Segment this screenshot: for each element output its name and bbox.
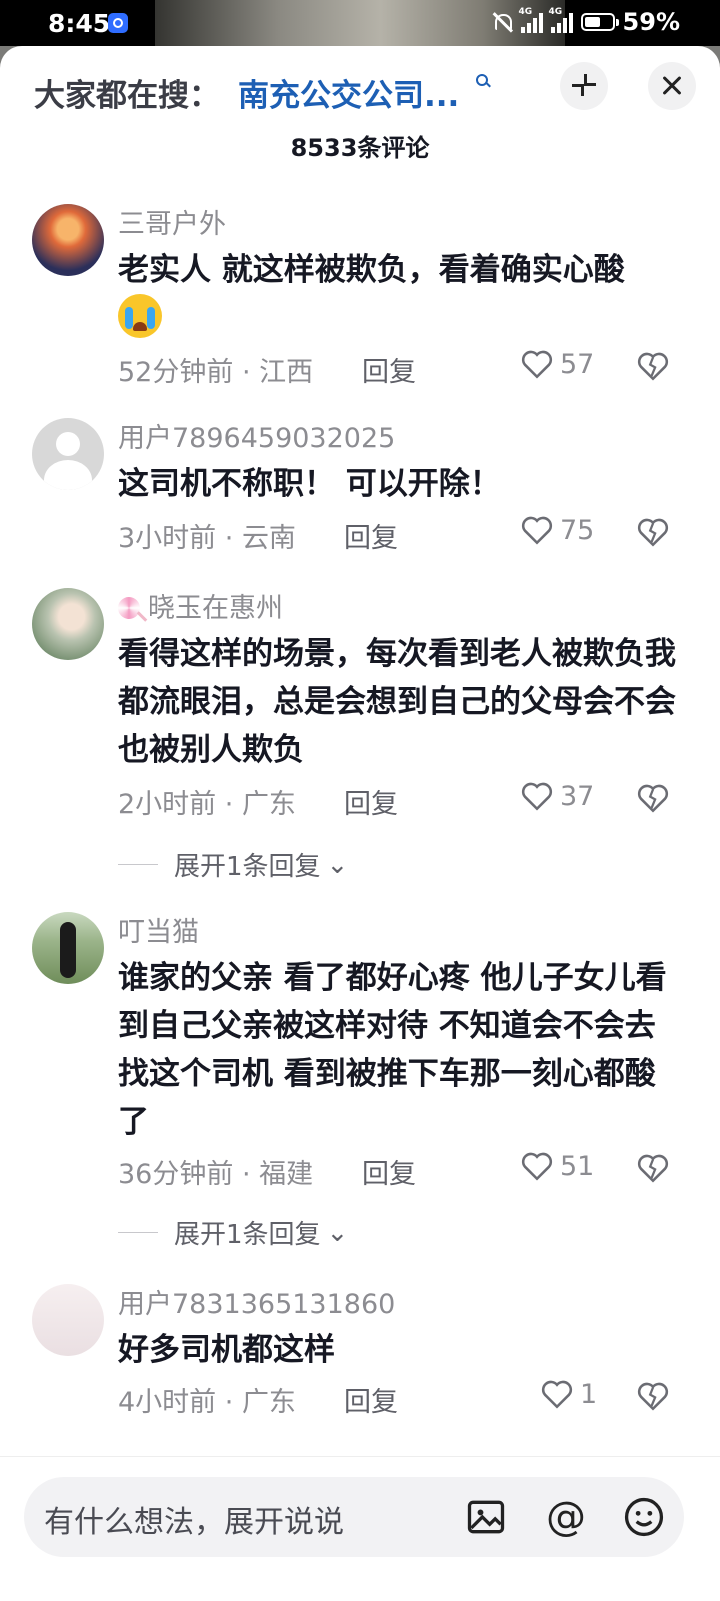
dislike-heart-icon[interactable] (636, 350, 670, 382)
comment-input-placeholder[interactable]: 有什么想法，展开说说 (44, 1497, 344, 1541)
avatar[interactable] (32, 912, 104, 984)
search-icon[interactable] (476, 74, 490, 88)
emoji-icon[interactable] (622, 1495, 666, 1539)
reply-button[interactable]: 回复 (362, 1152, 416, 1191)
comment-meta: 52分钟前 · 江西 (118, 357, 314, 388)
dislike-heart-icon[interactable] (636, 782, 670, 814)
heart-icon (521, 516, 553, 545)
like-button[interactable]: 37 (520, 780, 594, 812)
like-button[interactable]: 51 (520, 1150, 594, 1182)
expand-replies-button[interactable]: 展开1条回复 ⌄ (118, 846, 348, 883)
signal-icon-2: 4G (549, 7, 573, 33)
comment-meta: 4小时前 · 广东 (118, 1387, 296, 1418)
comment-meta: 36分钟前 · 福建 (118, 1159, 314, 1190)
comment-text: 这司机不称职！ 可以开除！ (118, 466, 501, 502)
avatar[interactable] (32, 204, 104, 276)
close-button[interactable] (648, 62, 696, 110)
at-icon[interactable]: @ (544, 1495, 588, 1539)
comment-text: 看得这样的场景，每次看到老人被欺负我都流眼泪，总是会想到自己的父母会不会也被别人… (118, 636, 676, 768)
reply-button[interactable]: 回复 (362, 350, 416, 389)
avatar[interactable] (32, 418, 104, 490)
reply-button[interactable]: 回复 (344, 782, 398, 821)
collapse-button[interactable] (560, 62, 608, 110)
like-button[interactable]: 1 (540, 1378, 597, 1410)
chevron-down-icon: ⌄ (326, 849, 349, 880)
status-indicators: 4G 4G 59% (491, 7, 680, 36)
comment-input-bar: 有什么想法，展开说说 @ (0, 1456, 720, 1601)
comment-username[interactable]: 叮当猫 (118, 910, 199, 949)
dislike-heart-icon[interactable] (636, 516, 670, 548)
comment-username[interactable]: 三哥户外 (118, 202, 226, 241)
comment-input[interactable]: 有什么想法，展开说说 @ (24, 1477, 684, 1557)
battery-icon (580, 13, 619, 31)
image-icon[interactable] (464, 1495, 508, 1539)
status-time: 8:45 (48, 9, 111, 38)
comment-text: 老实人 就这样被欺负，看着确实心酸 (118, 246, 678, 344)
like-count: 51 (560, 1150, 595, 1182)
dislike-heart-icon[interactable] (636, 1380, 670, 1412)
like-button[interactable]: 57 (520, 348, 594, 380)
heart-icon (541, 1380, 573, 1409)
comment-username[interactable]: 晓玉在惠州 (118, 586, 283, 625)
comment-text: 谁家的父亲 看了都好心疼 他儿子女儿看到自己父亲被这样对待 不知道会不会去找这个… (118, 960, 667, 1140)
signal-icon: 4G (519, 7, 543, 33)
avatar[interactable] (32, 1284, 104, 1356)
comment-meta: 2小时前 · 广东 (118, 789, 296, 820)
trending-search-query[interactable]: 南充公交公司... (238, 70, 459, 115)
dislike-heart-icon[interactable] (636, 1152, 670, 1184)
comment-username[interactable]: 用户7831365131860 (118, 1282, 395, 1321)
comments-sheet: 大家都在搜： 南充公交公司... 8533条评论 三哥户外 老实人 就这样被欺负… (0, 46, 720, 1600)
heart-icon (521, 1152, 553, 1181)
trending-search-label: 大家都在搜： (34, 78, 220, 114)
comment-text: 好多司机都这样 (118, 1332, 335, 1368)
heart-icon (521, 782, 553, 811)
heart-icon (521, 350, 553, 379)
battery-percent: 59% (622, 8, 680, 36)
chevron-down-icon: ⌄ (326, 1217, 349, 1248)
avatar[interactable] (32, 588, 104, 660)
reply-button[interactable]: 回复 (344, 516, 398, 555)
comment-username[interactable]: 用户7896459032025 (118, 416, 395, 455)
reply-button[interactable]: 回复 (344, 1380, 398, 1419)
expand-replies-button[interactable]: 展开1条回复 ⌄ (118, 1214, 348, 1251)
crying-face-emoji-icon (118, 294, 162, 338)
mute-bell-icon (491, 11, 513, 33)
like-count: 1 (580, 1378, 598, 1410)
like-count: 37 (560, 780, 595, 812)
like-button[interactable]: 75 (520, 514, 594, 546)
comment-count: 8533条评论 (290, 134, 430, 162)
like-count: 75 (560, 514, 595, 546)
status-bar: 8:45 4G 4G 59% (0, 0, 720, 46)
like-count: 57 (560, 348, 595, 380)
lollipop-icon (118, 597, 140, 619)
app-notification-icon (108, 13, 128, 33)
comment-meta: 3小时前 · 云南 (118, 523, 296, 554)
